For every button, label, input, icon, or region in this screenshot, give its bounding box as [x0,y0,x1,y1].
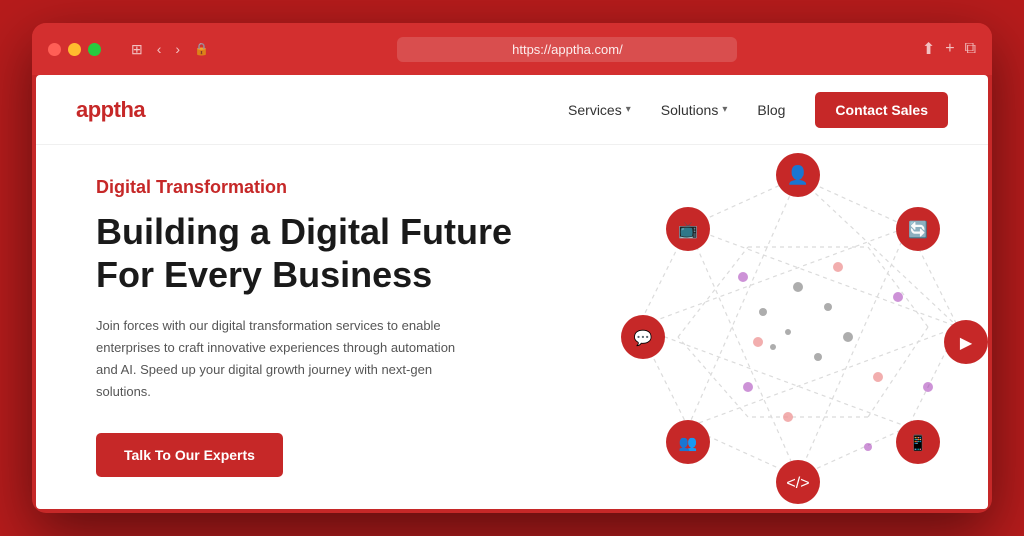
browser-actions: ⬆ + ⧉ [922,39,976,59]
close-button[interactable] [48,43,61,56]
svg-text:👥: 👥 [679,435,698,452]
forward-button[interactable]: › [171,40,184,58]
svg-text:📱: 📱 [909,434,928,452]
tab-icon[interactable]: ⊞ [127,40,147,58]
nav-blog[interactable]: Blog [757,102,785,118]
maximize-button[interactable] [88,43,101,56]
hero-subtitle: Digital Transformation [96,177,512,198]
back-button[interactable]: ‹ [153,40,166,58]
svg-text:💬: 💬 [634,329,653,347]
chevron-down-icon: ▾ [626,104,631,115]
browser-controls: ⊞ ‹ › 🔒 [127,40,213,58]
share-icon[interactable]: ⬆ [922,39,935,59]
browser-window: ⊞ ‹ › 🔒 ⬆ + ⧉ apptha Services ▾ Solut [32,23,992,513]
logo[interactable]: apptha [76,97,145,123]
contact-sales-button[interactable]: Contact Sales [815,92,948,128]
hero-title: Building a Digital Future For Every Busi… [96,210,512,296]
hero-text: Digital Transformation Building a Digita… [96,177,512,477]
cta-button[interactable]: Talk To Our Experts [96,433,283,477]
network-visualization: 👤 📺 🔄 💬 ▶ 👥 [588,147,988,507]
traffic-lights [48,43,101,56]
svg-text:</>: </> [786,475,809,492]
address-bar [225,37,910,62]
nav-links: Services ▾ Solutions ▾ Blog [568,102,785,118]
navbar: apptha Services ▾ Solutions ▾ Blog Conta… [36,75,988,145]
url-input[interactable] [397,37,737,62]
chevron-down-icon: ▾ [722,104,727,115]
browser-titlebar: ⊞ ‹ › 🔒 ⬆ + ⧉ [32,23,992,75]
windows-icon[interactable]: ⧉ [965,40,976,58]
lock-icon: 🔒 [190,41,213,57]
hero-section: Digital Transformation Building a Digita… [36,145,988,509]
svg-text:👤: 👤 [787,164,809,185]
nav-services[interactable]: Services ▾ [568,102,631,118]
add-tab-icon[interactable]: + [945,40,954,58]
hero-description: Join forces with our digital transformat… [96,315,466,403]
nav-solutions[interactable]: Solutions ▾ [661,102,728,118]
svg-text:▶: ▶ [960,335,973,352]
page-content: apptha Services ▾ Solutions ▾ Blog Conta… [36,75,988,509]
svg-text:📺: 📺 [678,221,698,239]
minimize-button[interactable] [68,43,81,56]
svg-text:🔄: 🔄 [908,220,928,239]
